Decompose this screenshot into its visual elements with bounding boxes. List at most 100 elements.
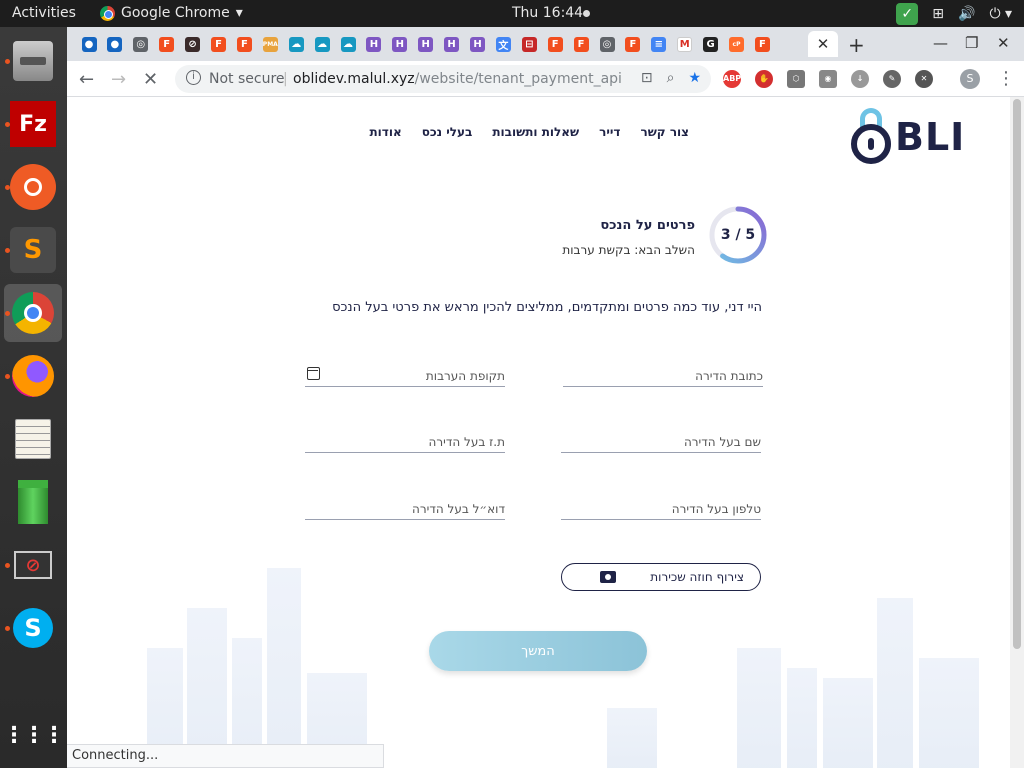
network-icon[interactable]: ⊞ xyxy=(932,6,944,22)
tab[interactable]: F xyxy=(621,31,645,57)
calendar-icon[interactable] xyxy=(307,367,320,380)
dock-firefox[interactable] xyxy=(4,347,62,405)
tab[interactable]: F xyxy=(750,31,774,57)
running-indicator xyxy=(5,185,10,190)
chrome-menu-icon[interactable]: ⋮ xyxy=(997,68,1015,89)
tab[interactable]: ☁ xyxy=(310,31,334,57)
power-icon[interactable]: ⏻ ▾ xyxy=(989,6,1012,22)
filezilla-icon: Fz xyxy=(10,101,56,147)
tab[interactable]: G xyxy=(699,31,723,57)
apartment-address-input[interactable] xyxy=(563,366,763,386)
owner-id-input[interactable] xyxy=(305,432,505,452)
tab[interactable]: F xyxy=(569,31,593,57)
tab[interactable]: H xyxy=(362,31,386,57)
firefox-icon xyxy=(10,353,56,399)
system-tray[interactable]: ✓ ⊞ 🔊 ⏻ ▾ xyxy=(896,3,1012,25)
nav-item-faq[interactable]: שאלות ותשובות xyxy=(492,125,579,139)
dock-filezilla[interactable]: Fz xyxy=(4,95,62,153)
favicon-icon: F xyxy=(625,36,641,52)
tab-active[interactable]: ✕ xyxy=(808,31,838,57)
tools-extension-icon[interactable]: ✕ xyxy=(915,70,933,88)
dock-postman[interactable] xyxy=(4,158,62,216)
dock-skype[interactable]: S xyxy=(4,599,62,657)
tab[interactable]: ◎ xyxy=(595,31,619,57)
chrome-icon xyxy=(100,5,115,21)
new-tab-button[interactable]: + xyxy=(848,33,865,57)
favicon-icon: 文 xyxy=(495,36,511,52)
nav-item-owners[interactable]: בעלי נכס xyxy=(422,125,473,139)
tab[interactable]: M xyxy=(673,31,697,57)
dock-text-editor[interactable] xyxy=(4,410,62,468)
nav-item-contact[interactable]: צור קשר xyxy=(640,125,689,139)
tab[interactable]: H xyxy=(388,31,412,57)
dock-blocked-app[interactable]: ⊘ xyxy=(4,536,62,594)
tab[interactable]: ● xyxy=(103,31,127,57)
obli-logo[interactable]: BLI xyxy=(851,103,965,164)
close-tab-icon[interactable]: ✕ xyxy=(817,35,830,53)
dock-files[interactable] xyxy=(4,32,62,90)
favicon-icon: H xyxy=(418,36,434,52)
tab[interactable]: ⊟ xyxy=(517,31,541,57)
tab[interactable]: ≡ xyxy=(647,31,671,57)
tab[interactable]: H xyxy=(440,31,464,57)
tab[interactable]: cP xyxy=(725,31,749,57)
eyedropper-extension-icon[interactable]: ✎ xyxy=(883,70,901,88)
forward-button[interactable]: → xyxy=(111,69,126,90)
dock-chrome[interactable] xyxy=(4,284,62,342)
tab[interactable]: F xyxy=(207,31,231,57)
close-window-button[interactable]: ✕ xyxy=(997,34,1010,52)
cube-extension-icon[interactable]: ⬡ xyxy=(787,70,805,88)
camera-extension-icon[interactable]: ◉ xyxy=(819,70,837,88)
tab[interactable]: H xyxy=(466,31,490,57)
tab[interactable]: ⊘ xyxy=(181,31,205,57)
scrollbar-thumb[interactable] xyxy=(1013,99,1021,649)
info-icon[interactable]: i xyxy=(186,70,201,85)
activities-button[interactable]: Activities xyxy=(12,5,76,21)
nav-item-tenant[interactable]: דייר xyxy=(599,125,620,139)
zoom-icon[interactable]: ⌕ xyxy=(667,70,675,86)
tab[interactable]: PMA xyxy=(258,31,282,57)
owner-name-input[interactable] xyxy=(561,432,761,452)
tab[interactable]: 文 xyxy=(491,31,515,57)
guarantee-period-input[interactable] xyxy=(305,366,505,386)
omnibox-actions: ⊡ ⌕ ★ xyxy=(641,70,701,86)
adblock-plus-icon[interactable]: ABP xyxy=(723,70,741,88)
hand-block-icon[interactable]: ✋ xyxy=(755,70,773,88)
nav-item-about[interactable]: אודות xyxy=(369,125,401,139)
tab[interactable]: F xyxy=(155,31,179,57)
show-applications-button[interactable]: ⋮⋮⋮ xyxy=(3,707,65,765)
dock-sublime-text[interactable]: S xyxy=(4,221,62,279)
profile-avatar[interactable]: S xyxy=(960,69,980,89)
owner-phone-input[interactable] xyxy=(561,499,761,519)
tab[interactable]: ☁ xyxy=(336,31,360,57)
tab[interactable]: ● xyxy=(77,31,101,57)
favicon-icon: ◎ xyxy=(599,36,615,52)
volume-icon[interactable]: 🔊 xyxy=(958,6,975,22)
skyline-building xyxy=(823,678,873,768)
check-icon[interactable]: ✓ xyxy=(896,3,919,25)
owner-email-input[interactable] xyxy=(305,499,505,519)
tab[interactable]: ◎ xyxy=(129,31,153,57)
tab[interactable]: F xyxy=(543,31,567,57)
attach-lease-button[interactable]: צירוף חוזה שכירות xyxy=(561,563,761,591)
bookmark-star-icon[interactable]: ★ xyxy=(688,70,701,86)
tab[interactable]: F xyxy=(232,31,256,57)
minimize-button[interactable]: — xyxy=(933,34,948,52)
continue-button[interactable]: המשך xyxy=(429,631,647,671)
download-extension-icon[interactable]: ↓ xyxy=(851,70,869,88)
notification-dot-icon xyxy=(583,10,590,17)
dock-green-pipe[interactable] xyxy=(4,473,62,531)
maximize-button[interactable]: ❐ xyxy=(965,34,978,52)
skyline-building xyxy=(919,658,979,768)
favicon-icon: H xyxy=(392,36,408,52)
app-menu[interactable]: Google Chrome ▾ xyxy=(100,5,243,21)
tab[interactable]: ☁ xyxy=(284,31,308,57)
page-scrollbar[interactable] xyxy=(1010,97,1024,768)
address-bar[interactable]: i Not secure | oblidev.malul.xyz/website… xyxy=(175,65,711,93)
tab[interactable]: H xyxy=(414,31,438,57)
stop-loading-button[interactable]: ✕ xyxy=(143,69,158,90)
translate-icon[interactable]: ⊡ xyxy=(641,70,653,86)
clock[interactable]: Thu 16:44 xyxy=(512,5,583,21)
favicon-icon: ⊘ xyxy=(185,36,201,52)
back-button[interactable]: ← xyxy=(79,69,94,90)
